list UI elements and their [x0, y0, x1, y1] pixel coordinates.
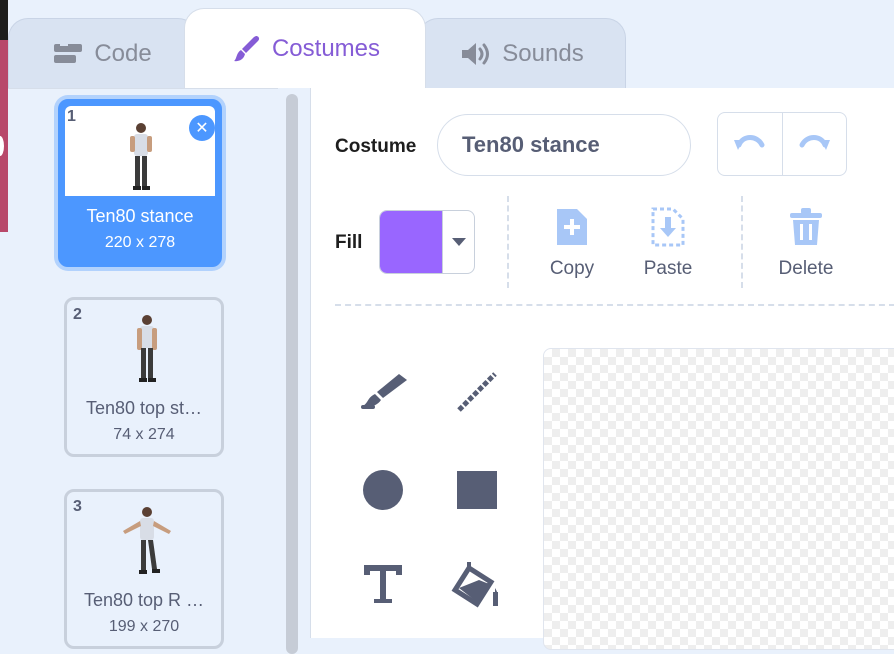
toolbar-divider: [507, 196, 509, 288]
delete-label: Delete: [778, 258, 834, 279]
fill-swatch[interactable]: [380, 211, 442, 273]
paint-editor: Costume Ten80 stance Fill Copy Paste Del…: [310, 88, 894, 650]
delete-button[interactable]: Delete: [761, 206, 851, 280]
close-icon: ✕: [195, 120, 209, 137]
fill-label: Fill: [335, 232, 363, 253]
brush-icon: [230, 33, 262, 65]
trash-icon: [788, 206, 824, 248]
undo-button[interactable]: [718, 113, 782, 175]
code-icon: [54, 42, 84, 65]
chevron-down-icon[interactable]: [442, 211, 474, 273]
editor-tabs: Code Costumes Sounds: [8, 0, 894, 88]
edge-glyph: [0, 136, 4, 156]
text-icon: [362, 563, 404, 610]
costume-name-input[interactable]: Ten80 stance: [437, 114, 691, 176]
costume-label: Costume: [335, 136, 417, 157]
tab-costumes[interactable]: Costumes: [184, 8, 426, 88]
costume-name: Ten80 top st…: [85, 398, 203, 418]
circle-icon: [362, 469, 404, 516]
costume-number: 1: [67, 108, 76, 125]
paste-label: Paste: [643, 258, 693, 279]
toolbar-divider: [741, 196, 743, 288]
redo-icon: [797, 131, 831, 158]
fill-bucket-icon: [451, 560, 503, 613]
rectangle-tool[interactable]: [447, 462, 507, 522]
costume-number: 3: [73, 498, 82, 515]
copy-button[interactable]: Copy: [527, 206, 617, 280]
costume-size: 74 x 274: [113, 426, 175, 443]
tab-sounds-label: Sounds: [502, 39, 584, 67]
paste-icon: [651, 206, 685, 248]
paste-button[interactable]: Paste: [623, 206, 713, 280]
brush-icon: [357, 372, 409, 417]
costume-thumbnail: [101, 118, 181, 196]
costume-name: Ten80 top R …: [83, 590, 205, 610]
costume-thumbnail: [107, 310, 187, 388]
costume-thumbnail: [107, 502, 187, 580]
tab-code-label: Code: [94, 39, 152, 67]
line-tool[interactable]: [447, 364, 507, 424]
fill-tool[interactable]: [447, 556, 507, 616]
tab-code[interactable]: Code: [8, 18, 198, 88]
copy-label: Copy: [549, 258, 595, 279]
circle-tool[interactable]: [353, 462, 413, 522]
undo-redo-group: [717, 112, 847, 176]
redo-button[interactable]: [781, 113, 847, 175]
costume-size: 199 x 270: [108, 618, 180, 635]
costume-list-scrollbar[interactable]: [278, 88, 310, 654]
copy-icon: [555, 206, 589, 248]
line-icon: [455, 371, 499, 417]
paint-canvas[interactable]: [543, 348, 894, 650]
costume-number: 2: [73, 306, 82, 323]
scrollbar-thumb[interactable]: [286, 94, 298, 654]
stage-edge-top: [0, 0, 8, 40]
speaker-icon: [460, 41, 492, 67]
rectangle-icon: [457, 470, 497, 514]
costume-size: 220 x 278: [104, 234, 176, 251]
costume-tile-2[interactable]: 2 Ten80 top st… 74 x 274: [64, 297, 224, 457]
costume-list: 1 ✕ Ten80 stance 220 x 278 2 Ten80 top s…: [8, 88, 278, 649]
tab-sounds[interactable]: Sounds: [418, 18, 626, 88]
costume-tile-3[interactable]: 3 Ten80 top R … 199 x 270: [64, 489, 224, 649]
text-tool[interactable]: [353, 556, 413, 616]
costume-name: Ten80 stance: [86, 206, 194, 226]
stage-edge: [0, 0, 8, 638]
brush-tool[interactable]: [353, 364, 413, 424]
delete-costume-button[interactable]: ✕: [189, 115, 215, 141]
fill-color-picker[interactable]: [379, 210, 475, 274]
stage-edge-sprite: [0, 40, 8, 232]
costume-tile-1[interactable]: 1 ✕ Ten80 stance 220 x 278: [58, 99, 222, 267]
undo-icon: [733, 131, 767, 158]
tab-costumes-label: Costumes: [271, 34, 381, 62]
toolbar-bottom-divider: [335, 304, 894, 306]
